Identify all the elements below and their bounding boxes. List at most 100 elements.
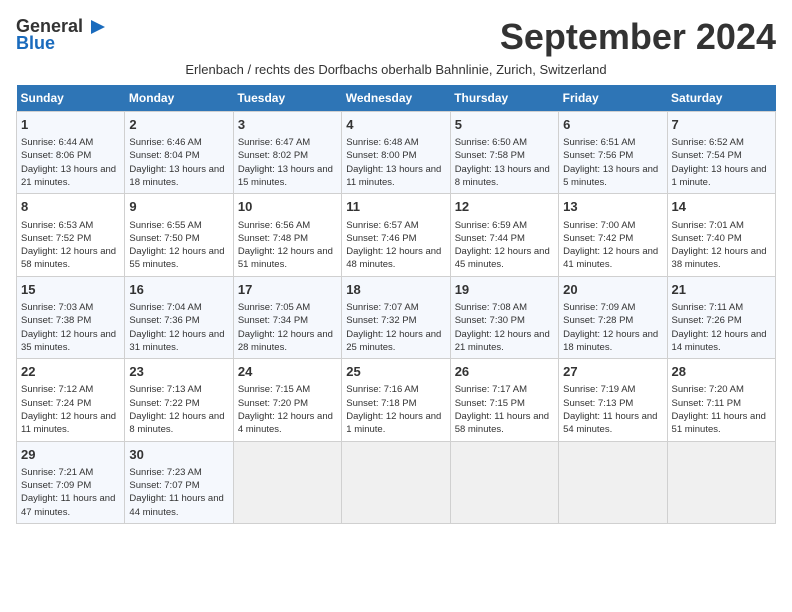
day-number: 5 xyxy=(455,116,554,134)
logo: General Blue xyxy=(16,16,109,54)
day-number: 30 xyxy=(129,446,228,464)
day-info: Sunrise: 6:59 AMSunset: 7:44 PMDaylight:… xyxy=(455,219,554,272)
day-number: 12 xyxy=(455,198,554,216)
day-info: Sunrise: 6:56 AMSunset: 7:48 PMDaylight:… xyxy=(238,219,337,272)
day-info: Sunrise: 6:57 AMSunset: 7:46 PMDaylight:… xyxy=(346,219,445,272)
day-info: Sunrise: 7:05 AMSunset: 7:34 PMDaylight:… xyxy=(238,301,337,354)
day-info: Sunrise: 6:47 AMSunset: 8:02 PMDaylight:… xyxy=(238,136,337,189)
calendar-cell-w4d5: 27Sunrise: 7:19 AMSunset: 7:13 PMDayligh… xyxy=(559,359,667,441)
day-info: Sunrise: 7:03 AMSunset: 7:38 PMDaylight:… xyxy=(21,301,120,354)
calendar-cell-w2d3: 11 Sunrise: 6:57 AMSunset: 7:46 PMDayligh… xyxy=(342,194,450,276)
page-header: General Blue September 2024 xyxy=(16,16,776,58)
day-number: 26 xyxy=(455,363,554,381)
calendar-cell-w4d1: 23Sunrise: 7:13 AMSunset: 7:22 PMDayligh… xyxy=(125,359,233,441)
calendar-cell-w2d2: 10 Sunrise: 6:56 AMSunset: 7:48 PMDayligh… xyxy=(233,194,341,276)
day-number: 20 xyxy=(563,281,662,299)
day-number: 11 xyxy=(346,198,445,216)
day-number: 1 xyxy=(21,116,120,134)
day-number: 14 xyxy=(672,198,771,216)
day-info: Sunrise: 7:17 AMSunset: 7:15 PMDaylight:… xyxy=(455,383,554,436)
day-number: 22 xyxy=(21,363,120,381)
logo-blue-text: Blue xyxy=(16,33,55,54)
logo-icon xyxy=(87,18,109,36)
day-info: Sunrise: 6:51 AMSunset: 7:56 PMDaylight:… xyxy=(563,136,662,189)
calendar-cell-w2d6: 14Sunrise: 7:01 AMSunset: 7:40 PMDayligh… xyxy=(667,194,775,276)
day-number: 8 xyxy=(21,198,120,216)
day-number: 6 xyxy=(563,116,662,134)
day-info: Sunrise: 7:09 AMSunset: 7:28 PMDaylight:… xyxy=(563,301,662,354)
day-number: 7 xyxy=(672,116,771,134)
calendar-cell-w3d4: 19 Sunrise: 7:08 AMSunset: 7:30 PMDayligh… xyxy=(450,276,558,358)
calendar-header-row: SundayMondayTuesdayWednesdayThursdayFrid… xyxy=(17,85,776,112)
calendar-cell-w1d3: 4 Sunrise: 6:48 AMSunset: 8:00 PMDaylight… xyxy=(342,112,450,194)
header-wednesday: Wednesday xyxy=(342,85,450,112)
header-monday: Monday xyxy=(125,85,233,112)
day-number: 15 xyxy=(21,281,120,299)
day-info: Sunrise: 7:15 AMSunset: 7:20 PMDaylight:… xyxy=(238,383,337,436)
calendar-cell-w3d1: 16 Sunrise: 7:04 AMSunset: 7:36 PMDayligh… xyxy=(125,276,233,358)
day-info: Sunrise: 7:04 AMSunset: 7:36 PMDaylight:… xyxy=(129,301,228,354)
calendar-cell-w2d5: 13 Sunrise: 7:00 AMSunset: 7:42 PMDayligh… xyxy=(559,194,667,276)
day-info: Sunrise: 6:52 AMSunset: 7:54 PMDaylight:… xyxy=(672,136,771,189)
day-info: Sunrise: 7:16 AMSunset: 7:18 PMDaylight:… xyxy=(346,383,445,436)
day-number: 29 xyxy=(21,446,120,464)
day-number: 17 xyxy=(238,281,337,299)
day-info: Sunrise: 7:19 AMSunset: 7:13 PMDaylight:… xyxy=(563,383,662,436)
calendar-cell-w1d4: 5 Sunrise: 6:50 AMSunset: 7:58 PMDaylight… xyxy=(450,112,558,194)
calendar-cell-w3d3: 18 Sunrise: 7:07 AMSunset: 7:32 PMDayligh… xyxy=(342,276,450,358)
day-info: Sunrise: 7:07 AMSunset: 7:32 PMDaylight:… xyxy=(346,301,445,354)
header-sunday: Sunday xyxy=(17,85,125,112)
day-number: 2 xyxy=(129,116,228,134)
day-number: 21 xyxy=(672,281,771,299)
calendar-cell-w1d0: 1 Sunrise: 6:44 AMSunset: 8:06 PMDaylight… xyxy=(17,112,125,194)
calendar-cell-w2d4: 12 Sunrise: 6:59 AMSunset: 7:44 PMDayligh… xyxy=(450,194,558,276)
day-number: 24 xyxy=(238,363,337,381)
day-info: Sunrise: 7:11 AMSunset: 7:26 PMDaylight:… xyxy=(672,301,771,354)
calendar-cell-w3d5: 20 Sunrise: 7:09 AMSunset: 7:28 PMDayligh… xyxy=(559,276,667,358)
header-thursday: Thursday xyxy=(450,85,558,112)
day-number: 4 xyxy=(346,116,445,134)
calendar-cell-w5d4 xyxy=(450,441,558,523)
day-info: Sunrise: 6:44 AMSunset: 8:06 PMDaylight:… xyxy=(21,136,120,189)
calendar-cell-w5d2 xyxy=(233,441,341,523)
day-info: Sunrise: 6:46 AMSunset: 8:04 PMDaylight:… xyxy=(129,136,228,189)
calendar-week-4: 22 Sunrise: 7:12 AMSunset: 7:24 PMDayligh… xyxy=(17,359,776,441)
day-info: Sunrise: 6:50 AMSunset: 7:58 PMDaylight:… xyxy=(455,136,554,189)
calendar-week-1: 1 Sunrise: 6:44 AMSunset: 8:06 PMDaylight… xyxy=(17,112,776,194)
calendar-cell-w1d5: 6 Sunrise: 6:51 AMSunset: 7:56 PMDaylight… xyxy=(559,112,667,194)
calendar-cell-w1d2: 3Sunrise: 6:47 AMSunset: 8:02 PMDaylight… xyxy=(233,112,341,194)
day-info: Sunrise: 6:53 AMSunset: 7:52 PMDaylight:… xyxy=(21,219,120,272)
calendar-cell-w4d6: 28Sunrise: 7:20 AMSunset: 7:11 PMDayligh… xyxy=(667,359,775,441)
day-info: Sunrise: 7:00 AMSunset: 7:42 PMDaylight:… xyxy=(563,219,662,272)
day-info: Sunrise: 7:08 AMSunset: 7:30 PMDaylight:… xyxy=(455,301,554,354)
calendar-cell-w4d4: 26 Sunrise: 7:17 AMSunset: 7:15 PMDayligh… xyxy=(450,359,558,441)
calendar-cell-w1d6: 7 Sunrise: 6:52 AMSunset: 7:54 PMDaylight… xyxy=(667,112,775,194)
month-title: September 2024 xyxy=(500,16,776,58)
day-number: 13 xyxy=(563,198,662,216)
calendar-cell-w3d0: 15 Sunrise: 7:03 AMSunset: 7:38 PMDayligh… xyxy=(17,276,125,358)
day-number: 9 xyxy=(129,198,228,216)
day-number: 19 xyxy=(455,281,554,299)
calendar-table: SundayMondayTuesdayWednesdayThursdayFrid… xyxy=(16,85,776,524)
day-info: Sunrise: 7:13 AMSunset: 7:22 PMDaylight:… xyxy=(129,383,228,436)
day-info: Sunrise: 7:12 AMSunset: 7:24 PMDaylight:… xyxy=(21,383,120,436)
calendar-cell-w5d5 xyxy=(559,441,667,523)
calendar-cell-w1d1: 2 Sunrise: 6:46 AMSunset: 8:04 PMDaylight… xyxy=(125,112,233,194)
header-saturday: Saturday xyxy=(667,85,775,112)
calendar-cell-w5d3 xyxy=(342,441,450,523)
day-info: Sunrise: 6:55 AMSunset: 7:50 PMDaylight:… xyxy=(129,219,228,272)
day-info: Sunrise: 7:21 AMSunset: 7:09 PMDaylight:… xyxy=(21,466,120,519)
calendar-week-2: 8 Sunrise: 6:53 AMSunset: 7:52 PMDaylight… xyxy=(17,194,776,276)
calendar-week-5: 29 Sunrise: 7:21 AMSunset: 7:09 PMDayligh… xyxy=(17,441,776,523)
header-friday: Friday xyxy=(559,85,667,112)
location-text: Erlenbach / rechts des Dorfbachs oberhal… xyxy=(16,62,776,77)
calendar-cell-w4d2: 24 Sunrise: 7:15 AMSunset: 7:20 PMDayligh… xyxy=(233,359,341,441)
calendar-cell-w4d0: 22 Sunrise: 7:12 AMSunset: 7:24 PMDayligh… xyxy=(17,359,125,441)
calendar-cell-w5d1: 30 Sunrise: 7:23 AMSunset: 7:07 PMDayligh… xyxy=(125,441,233,523)
day-number: 16 xyxy=(129,281,228,299)
calendar-cell-w4d3: 25Sunrise: 7:16 AMSunset: 7:18 PMDayligh… xyxy=(342,359,450,441)
day-info: Sunrise: 6:48 AMSunset: 8:00 PMDaylight:… xyxy=(346,136,445,189)
day-number: 10 xyxy=(238,198,337,216)
day-info: Sunrise: 7:23 AMSunset: 7:07 PMDaylight:… xyxy=(129,466,228,519)
day-number: 18 xyxy=(346,281,445,299)
